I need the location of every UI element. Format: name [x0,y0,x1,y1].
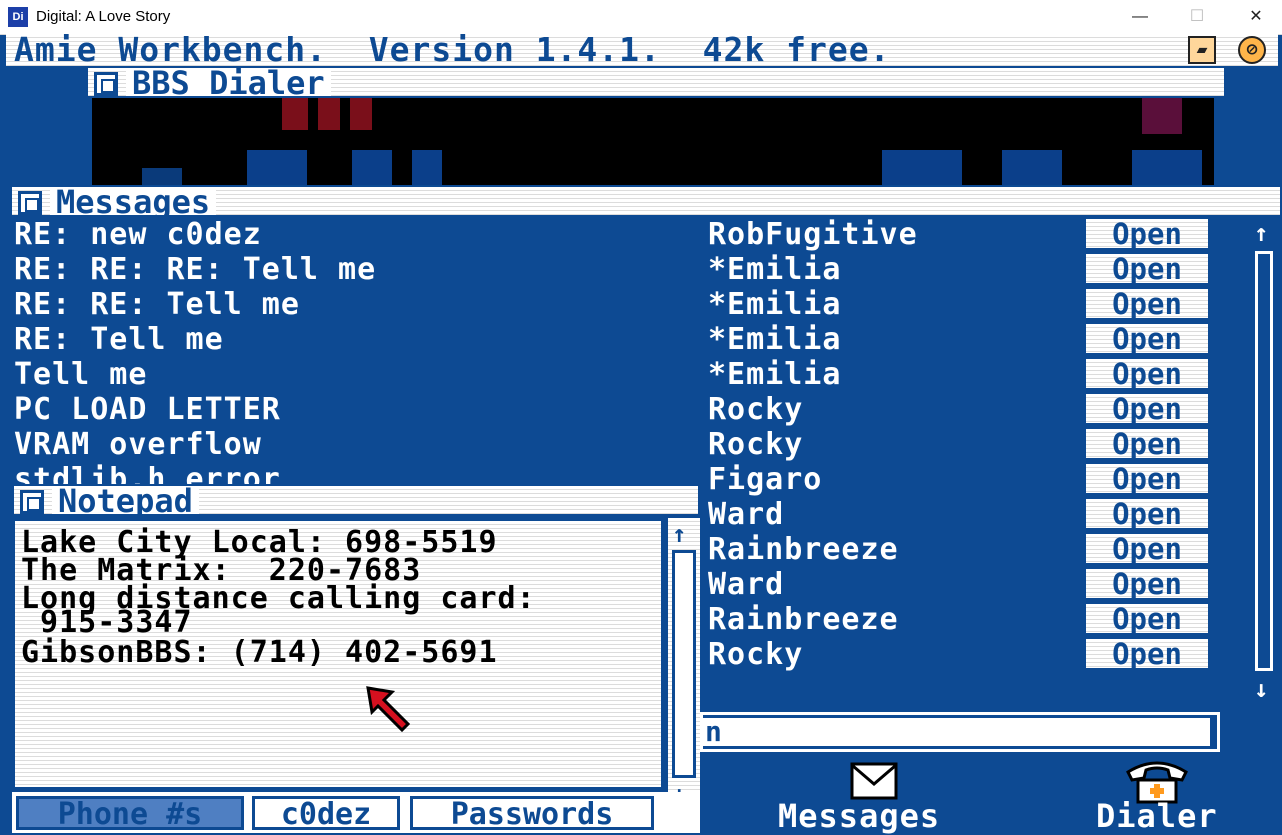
open-message-button[interactable]: Open [1086,639,1208,669]
notepad-line: 915-3347 [21,605,193,640]
dialer-window: BBS Dialer [86,66,1226,186]
messages-titlebar[interactable]: Messages [10,185,1282,218]
message-row: VRAM overflow Rocky Open [10,427,1250,462]
message-sender: Ward [708,497,785,532]
message-row: Tell me *Emilia Open [10,357,1250,392]
message-subject: PC LOAD LETTER [14,392,281,427]
message-subject: RE: RE: Tell me [14,287,300,322]
messages-scrollbar[interactable]: ↑ ↓ [1250,217,1282,715]
message-row: RE: Tell me *Emilia Open [10,322,1250,357]
message-sender: *Emilia [708,287,842,322]
message-sender: *Emilia [708,357,842,392]
message-subject: RE: new c0dez [14,217,262,252]
disk-icon[interactable]: ▰ [1188,36,1216,64]
notepad-close-box[interactable] [20,490,44,514]
message-row: RE: new c0dez RobFugitive Open [10,217,1250,252]
tab-passwords[interactable]: Passwords [410,796,654,831]
message-sender: RobFugitive [708,217,918,252]
dialer-close-box[interactable] [94,72,118,96]
tab-codez[interactable]: c0dez [252,796,400,831]
open-message-button[interactable]: Open [1086,394,1208,424]
message-row: PC LOAD LETTER Rocky Open [10,392,1250,427]
notepad-title: Notepad [52,485,199,517]
pointer-arrow-icon [366,686,411,732]
message-sender: *Emilia [708,322,842,357]
app-title: Digital: A Love Story [36,8,171,25]
envelope-icon[interactable] [850,762,898,800]
open-message-button[interactable]: Open [1086,569,1208,599]
dialer-titlebar[interactable]: BBS Dialer [86,66,1226,99]
no-entry-icon[interactable]: ⊘ [1238,36,1266,64]
open-message-button[interactable]: Open [1086,289,1208,319]
message-sender: Rocky [708,392,804,427]
dialer-launcher-label[interactable]: Dialer [1096,800,1218,832]
open-message-button[interactable]: Open [1086,499,1208,529]
notepad-window: Notepad Lake City Local: 698-5519 The Ma… [12,484,700,833]
command-input[interactable]: n [703,718,1210,746]
open-message-button[interactable]: Open [1086,219,1208,249]
messages-close-box[interactable] [18,191,42,215]
open-message-button[interactable]: Open [1086,464,1208,494]
open-message-button[interactable]: Open [1086,359,1208,389]
message-sender: Rainbreeze [708,532,899,567]
scroll-up-arrow-icon[interactable]: ↑ [672,520,686,548]
close-button[interactable]: ✕ [1234,4,1278,30]
notepad-scrollbar[interactable]: ↑ ↓ [668,518,700,808]
command-input-box[interactable]: n [700,712,1220,752]
minimize-button[interactable]: — [1118,4,1162,30]
message-sender: Ward [708,567,785,602]
dialer-screen [92,98,1214,186]
message-subject: RE: RE: RE: Tell me [14,252,377,287]
maximize-button[interactable]: ☐ [1175,4,1219,30]
app-logo-icon: Di [8,7,28,27]
message-sender: *Emilia [708,252,842,287]
notepad-titlebar[interactable]: Notepad [12,484,700,517]
open-message-button[interactable]: Open [1086,324,1208,354]
message-subject: Tell me [14,357,148,392]
notepad-scroll-track[interactable] [672,550,696,778]
workbench-bar: Amie Workbench. Version 1.4.1. 42k free.… [6,30,1278,69]
scroll-up-arrow-icon[interactable]: ↑ [1254,221,1268,245]
notepad-tabs: Phone #s c0dez Passwords [12,792,700,833]
message-subject: RE: Tell me [14,322,224,357]
scroll-down-arrow-icon[interactable]: ↓ [1254,677,1268,701]
notepad-line: GibsonBBS: (714) 402-5691 [21,635,498,670]
message-subject: VRAM overflow [14,427,262,462]
message-row: RE: RE: Tell me *Emilia Open [10,287,1250,322]
open-message-button[interactable]: Open [1086,534,1208,564]
open-message-button[interactable]: Open [1086,254,1208,284]
message-sender: Rocky [708,427,804,462]
workbench-header: Amie Workbench. Version 1.4.1. 42k free. [14,30,891,69]
message-sender: Rocky [708,637,804,672]
message-sender: Rainbreeze [708,602,899,637]
message-row: RE: RE: RE: Tell me *Emilia Open [10,252,1250,287]
open-message-button[interactable]: Open [1086,429,1208,459]
tab-phone-numbers[interactable]: Phone #s [16,796,244,831]
notepad-text-area[interactable]: Lake City Local: 698-5519 The Matrix: 22… [12,518,664,790]
messages-title: Messages [50,186,217,218]
dialer-title: BBS Dialer [126,67,331,99]
open-message-button[interactable]: Open [1086,604,1208,634]
message-sender: Figaro [708,462,823,497]
messages-scroll-track[interactable] [1255,251,1273,671]
messages-launcher-label[interactable]: Messages [778,800,940,832]
